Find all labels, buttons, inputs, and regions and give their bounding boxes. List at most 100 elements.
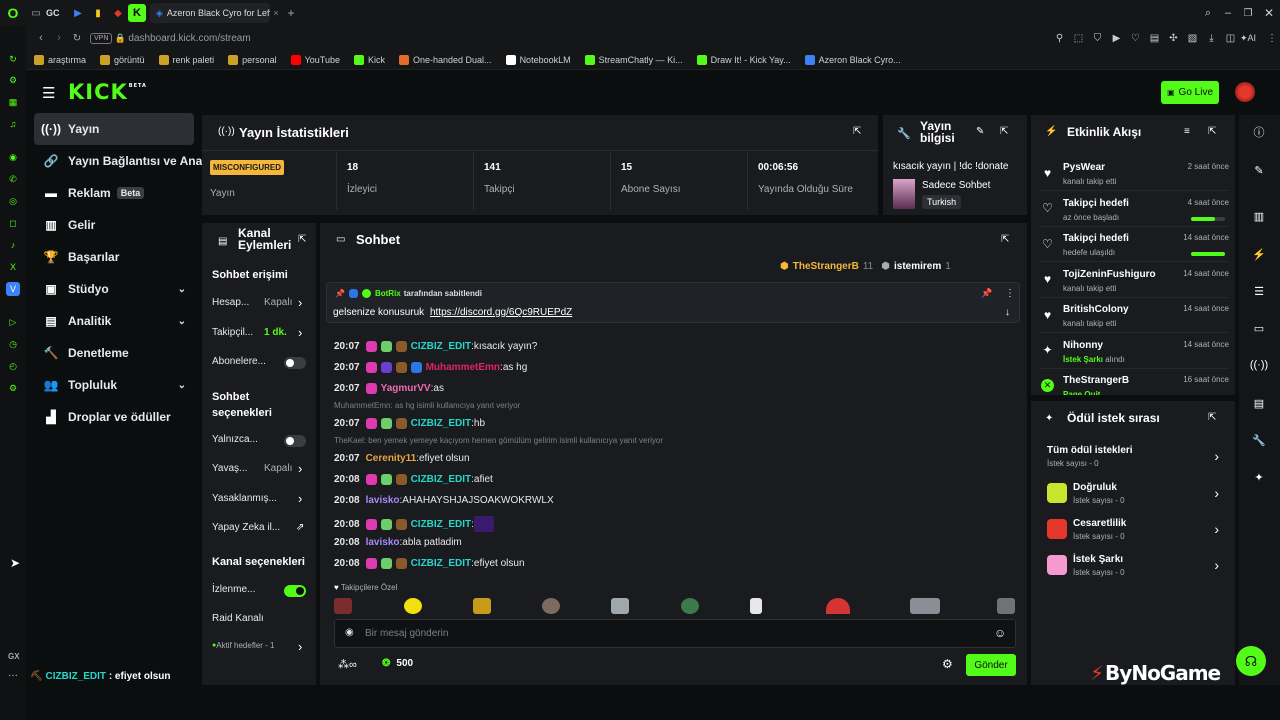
channel-option-row[interactable]: Raid Kanalı <box>212 613 306 624</box>
clock-icon[interactable]: ◴ <box>6 359 20 373</box>
chat-popout-icon[interactable]: ⇱ <box>1001 234 1009 245</box>
rail-info-icon[interactable]: ⓘ <box>1249 122 1269 142</box>
chat-input-box[interactable]: ◉ Bir mesaj gönderin ☺ <box>334 619 1016 648</box>
sidebar-item[interactable]: 🔨 Denetleme <box>34 337 194 369</box>
message-username[interactable]: CIZBIZ_EDIT <box>411 341 472 352</box>
channel-points[interactable]: ❂ 500 <box>382 658 413 669</box>
maximize-icon[interactable]: ❐ <box>1238 8 1258 19</box>
pinned-collapse-icon[interactable]: ↓ <box>1005 307 1010 318</box>
twitch-icon[interactable]: ◉ <box>6 150 20 164</box>
activity-event[interactable]: ♡ Takipçi hedefi hedefe ulaşıldı 14 saat ön… <box>1039 228 1229 262</box>
bookmark-item[interactable]: YouTube <box>290 54 340 65</box>
gifter-1-name[interactable]: TheStrangerB <box>793 261 859 272</box>
rail-reward-icon[interactable]: ✦ <box>1249 467 1269 487</box>
sidebar-item[interactable]: 🔗 Yayın Bağlantısı ve Anahtar <box>34 145 225 177</box>
pin-icon[interactable]: ⚲ <box>1050 33 1069 44</box>
activity-event[interactable]: ✕ TheStrangerB Page Quit 16 saat önce <box>1039 370 1229 395</box>
notes-icon[interactable]: ▤ <box>1145 33 1164 44</box>
bookmark-item[interactable]: Azeron Black Cyro... <box>804 54 901 65</box>
rail-edit-icon[interactable]: ✎ <box>1249 160 1269 180</box>
emote-8[interactable] <box>826 598 850 614</box>
bookmark-item[interactable]: araştırma <box>34 54 86 65</box>
tab-kick-icon[interactable]: K <box>128 4 146 22</box>
activity-event[interactable]: ✦ Nihonny İstek Şarkı alındı 14 saat önce <box>1039 335 1229 369</box>
activity-event[interactable]: ♥ BritishColony kanalı takip etti 14 saat ö… <box>1039 299 1229 333</box>
tiktok-icon[interactable]: ♪ <box>6 238 20 252</box>
reward-popout-icon[interactable]: ⇱ <box>1208 412 1216 423</box>
reward-row[interactable]: Doğruluk İstek sayısı - 0 › <box>1047 480 1219 510</box>
channel-actions-popout-icon[interactable]: ⇱ <box>298 234 306 245</box>
activity-event[interactable]: ♥ TojiZeninFushiguro kanalı takip etti 14 s… <box>1039 264 1229 298</box>
edit-icon[interactable]: ✎ <box>976 126 984 137</box>
gifter-2-name[interactable]: istemirem <box>894 261 941 272</box>
emote-6[interactable] <box>681 598 699 614</box>
back-icon[interactable]: ‹ <box>32 32 50 44</box>
category-name[interactable]: Sadece Sohbet <box>922 180 990 191</box>
sidebar-item[interactable]: 🏆 Başarılar <box>34 241 194 273</box>
external-link-icon[interactable]: ⇗ <box>296 522 304 533</box>
toggle-switch[interactable] <box>284 585 306 597</box>
chevron-right-icon[interactable]: › <box>298 325 302 340</box>
bookmark-item[interactable]: personal <box>228 54 277 65</box>
emote-2[interactable] <box>404 598 422 614</box>
opera-logo-icon[interactable]: O <box>0 5 26 21</box>
emote-1[interactable] <box>334 598 352 614</box>
activity-popout-icon[interactable]: ⇱ <box>1208 126 1216 137</box>
emote-9[interactable] <box>910 598 940 614</box>
toggle-switch[interactable] <box>284 357 306 369</box>
rail-stats-icon[interactable]: ▥ <box>1249 206 1269 226</box>
tab-prefix[interactable]: GC <box>46 8 68 18</box>
vpn-badge[interactable]: VPN <box>90 32 113 44</box>
emote-10[interactable] <box>997 598 1015 614</box>
message-username[interactable]: CIZBIZ_EDIT <box>411 519 472 530</box>
chat-settings-icon[interactable]: ⚙ <box>942 657 953 671</box>
speed-dial-icon[interactable]: ↻ <box>6 52 20 66</box>
aria-ai-button[interactable]: ✦AI <box>1240 33 1264 44</box>
music-icon[interactable]: ♫ <box>6 117 20 131</box>
sidebar-item[interactable]: ▤ Analitik ⌄ <box>34 305 194 337</box>
reload-icon[interactable]: ↻ <box>68 33 86 44</box>
sidebar-item[interactable]: ▬ Reklam Beta <box>34 177 194 209</box>
bookmark-heart-icon[interactable]: ♡ <box>1126 33 1145 44</box>
avatar[interactable] <box>1235 82 1255 102</box>
new-tab-button[interactable]: + <box>282 6 300 20</box>
unpin-icon[interactable]: 📌 <box>981 288 992 299</box>
bookmark-item[interactable]: Draw It! - Kick Yay... <box>696 54 791 65</box>
vk-icon[interactable]: V <box>6 282 20 296</box>
sidebar-item[interactable]: ((·)) Yayın <box>34 113 194 145</box>
chevron-right-icon[interactable]: › <box>298 295 302 310</box>
bookmark-item[interactable]: NotebookLM <box>505 54 571 65</box>
message-username[interactable]: CIZBIZ_EDIT <box>411 418 472 429</box>
activity-event[interactable]: ♡ Takipçi hedefi az önce başladı 4 saat önc… <box>1039 193 1229 227</box>
bookmark-item[interactable]: renk paleti <box>158 54 214 65</box>
bookmark-item[interactable]: Kick <box>353 54 385 65</box>
channel-option-row[interactable]: Yapay Zeka il... <box>212 522 306 533</box>
settings-icon[interactable]: ⚙ <box>6 381 20 395</box>
puzzle-icon[interactable]: ✣ <box>1164 33 1183 44</box>
send-button[interactable]: Gönder <box>966 654 1016 676</box>
kick-logo[interactable]: KICK BETA <box>68 80 147 104</box>
bookmark-item[interactable]: görüntü <box>100 54 145 65</box>
history-icon[interactable]: ◷ <box>6 337 20 351</box>
message-username[interactable]: CIZBIZ_EDIT <box>411 558 472 569</box>
wallet-icon[interactable]: ◫ <box>1221 33 1240 44</box>
go-live-button[interactable]: ▣ Go Live <box>1161 81 1219 104</box>
whatsapp-icon[interactable]: ✆ <box>6 172 20 186</box>
pinned-more-icon[interactable]: ⋮ <box>1005 288 1015 299</box>
bookmark-item[interactable]: StreamChatly — Ki... <box>584 54 683 65</box>
x-icon[interactable]: X <box>6 260 20 274</box>
tab-icon-1[interactable]: ▶ <box>68 8 88 19</box>
message-username[interactable]: lavisko <box>366 537 400 548</box>
hamburger-menu-icon[interactable]: ☰ <box>42 84 55 102</box>
emote-4[interactable] <box>542 598 560 614</box>
tab-icon-3[interactable]: ◆ <box>108 8 128 19</box>
sidebar-item[interactable]: ▥ Gelir <box>34 209 194 241</box>
chat-tools-icon[interactable]: ⁂∞ <box>338 658 357 671</box>
close-window-icon[interactable]: ✕ <box>1258 6 1280 20</box>
tab-icon-window[interactable]: ▭ <box>26 8 46 19</box>
all-rewards-row[interactable]: Tüm ödül istekleri İstek sayısı - 0 › <box>1047 443 1219 473</box>
url-field[interactable]: dashboard.kick.com/stream <box>128 33 250 44</box>
search-icon[interactable]: ⌕ <box>1198 7 1218 20</box>
download-icon[interactable]: ⤓ <box>1202 33 1221 44</box>
chevron-right-icon[interactable]: › <box>298 491 302 506</box>
